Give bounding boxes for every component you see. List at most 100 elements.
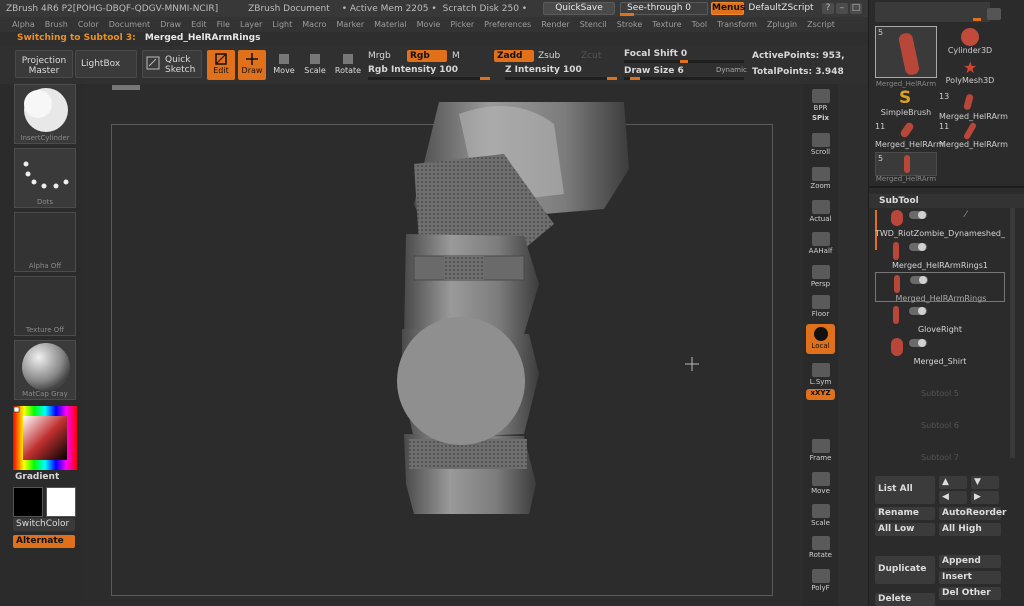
subtool-header[interactable]: SubTool	[869, 194, 1024, 208]
focal-shift-slider[interactable]: Focal Shift 0	[624, 49, 687, 59]
rename-button[interactable]: Rename	[875, 507, 935, 520]
zcut-button[interactable]: Zcut	[581, 51, 601, 61]
move-right-button[interactable]: ▶	[971, 491, 999, 504]
subtool-row-8[interactable]: Subtool 7	[875, 432, 1005, 462]
subtool-row-7[interactable]: Subtool 6	[875, 400, 1005, 430]
menu-layer[interactable]: Layer	[240, 20, 262, 29]
alpha-thumb[interactable]: Alpha Off	[14, 212, 76, 272]
menu-stencil[interactable]: Stencil	[580, 20, 607, 29]
tool-tile-1[interactable]: 5 Merged_HelRArm	[875, 26, 937, 88]
help-icon[interactable]: ?	[822, 3, 834, 14]
spix-slider[interactable]: SPix	[806, 114, 835, 126]
menu-zplugin[interactable]: Zplugin	[767, 20, 797, 29]
menu-color[interactable]: Color	[78, 20, 99, 29]
menu-marker[interactable]: Marker	[336, 20, 364, 29]
tool-tile-7[interactable]: 11 Merged_HelRArm	[939, 121, 1008, 149]
viewport-canvas[interactable]	[84, 84, 803, 606]
menu-draw[interactable]: Draw	[160, 20, 181, 29]
persp-button[interactable]: Persp	[806, 262, 835, 292]
menus-button[interactable]: Menus	[711, 2, 745, 15]
menu-movie[interactable]: Movie	[417, 20, 441, 29]
arm-model[interactable]	[84, 84, 803, 606]
all-high-button[interactable]: All High	[939, 523, 1001, 536]
duplicate-button[interactable]: Duplicate	[875, 556, 935, 584]
menu-zscript[interactable]: Zscript	[807, 20, 835, 29]
menu-brush[interactable]: Brush	[45, 20, 68, 29]
subtool-row-6[interactable]: Subtool 5	[875, 368, 1005, 398]
rotate-tool-button[interactable]: Rotate	[334, 50, 362, 80]
tool-tile-2[interactable]: Cylinder3D	[939, 26, 1001, 55]
mrgb-button[interactable]: Mrgb	[368, 51, 391, 61]
move-down-button[interactable]: ▼	[971, 476, 999, 489]
menu-macro[interactable]: Macro	[302, 20, 326, 29]
menu-render[interactable]: Render	[541, 20, 569, 29]
bpr-button[interactable]: BPR	[806, 86, 835, 116]
menu-edit[interactable]: Edit	[191, 20, 207, 29]
subtool-1-brush-icon[interactable]: ⁄	[965, 210, 967, 220]
subtool-4-visibility-toggle[interactable]	[909, 307, 927, 315]
menu-tool[interactable]: Tool	[692, 20, 708, 29]
insert-button[interactable]: Insert	[939, 571, 1001, 584]
menu-texture[interactable]: Texture	[652, 20, 681, 29]
zsub-button[interactable]: Zsub	[538, 51, 560, 61]
subtool-1-visibility-toggle[interactable]	[909, 211, 927, 219]
lsym-button[interactable]: L.Sym	[806, 360, 835, 390]
polyf-button[interactable]: PolyF	[806, 566, 835, 596]
secondary-color-swatch[interactable]	[46, 487, 76, 517]
color-picker[interactable]	[13, 406, 77, 470]
rgb-intensity-slider[interactable]: Rgb Intensity 100	[368, 65, 458, 75]
menu-alpha[interactable]: Alpha	[12, 20, 35, 29]
tool-tile-5[interactable]: Merged_HelRArm	[939, 93, 1008, 121]
menu-stroke[interactable]: Stroke	[617, 20, 643, 29]
scroll-button[interactable]: Scroll	[806, 130, 835, 160]
primary-color-swatch[interactable]	[13, 487, 43, 517]
menu-material[interactable]: Material	[374, 20, 407, 29]
zoom-button[interactable]: Zoom	[806, 164, 835, 194]
texture-thumb[interactable]: Texture Off	[14, 276, 76, 336]
list-all-button[interactable]: List All	[875, 476, 935, 504]
menu-picker[interactable]: Picker	[450, 20, 474, 29]
local-button[interactable]: Local	[806, 324, 835, 354]
actual-button[interactable]: Actual	[806, 197, 835, 227]
brush-thumb[interactable]: InsertCylinder	[14, 84, 76, 144]
maximize-icon[interactable]: □	[850, 3, 862, 14]
gradient-label[interactable]: Gradient	[15, 472, 59, 482]
move-up-button[interactable]: ▲	[939, 476, 967, 489]
tool-tile-8[interactable]: 5 Merged_HelRArm	[875, 152, 937, 183]
subtool-5-visibility-toggle[interactable]	[909, 339, 927, 347]
tool-top-slider[interactable]	[973, 18, 981, 21]
stroke-thumb[interactable]: Dots	[14, 148, 76, 208]
menu-file[interactable]: File	[217, 20, 230, 29]
rgb-button[interactable]: Rgb	[407, 50, 447, 62]
menu-document[interactable]: Document	[109, 20, 150, 29]
subtool-row-2[interactable]: Merged_HelRArmRings1	[875, 240, 1005, 270]
minimize-icon[interactable]: –	[836, 3, 848, 14]
alternate-button[interactable]: Alternate	[13, 535, 75, 548]
move-view-button[interactable]: Move	[806, 469, 835, 499]
floor-button[interactable]: Floor	[806, 292, 835, 322]
z-intensity-slider[interactable]: Z Intensity 100	[505, 65, 582, 75]
m-button[interactable]: M	[452, 51, 460, 61]
dynamic-toggle[interactable]: Dynamic	[716, 66, 747, 74]
tool-tile-3[interactable]: ★ PolyMesh3D	[939, 58, 1001, 85]
rotate-view-button[interactable]: Rotate	[806, 533, 835, 563]
subtool-row-1[interactable]: ⁄ TWD_RiotZombie_Dynameshed_	[875, 208, 1005, 238]
subtool-row-3[interactable]: Merged_HelRArmRings	[875, 272, 1005, 303]
subtool-2-visibility-toggle[interactable]	[909, 243, 927, 251]
quicksave-button[interactable]: QuickSave	[543, 2, 615, 15]
zadd-button[interactable]: Zadd	[494, 50, 534, 62]
move-left-button[interactable]: ◀	[939, 491, 967, 504]
lightbox-button[interactable]: LightBox	[75, 50, 137, 78]
scale-tool-button[interactable]: Scale	[301, 50, 329, 80]
tool-panel-button[interactable]	[987, 8, 1001, 20]
frame-button[interactable]: Frame	[806, 436, 835, 466]
move-tool-button[interactable]: Move	[270, 50, 298, 80]
default-zscript-button[interactable]: DefaultZScript	[746, 2, 816, 15]
draw-size-slider[interactable]: Draw Size 6	[624, 66, 684, 76]
aahalf-button[interactable]: AAHalf	[806, 229, 835, 259]
edit-tool-button[interactable]: Edit	[207, 50, 235, 80]
tool-tile-4[interactable]: S SimpleBrush	[875, 88, 937, 117]
tool-tile-6[interactable]: 11 Merged_HelRArm	[875, 121, 944, 149]
subtool-row-4[interactable]: GloveRight	[875, 304, 1005, 334]
append-button[interactable]: Append	[939, 555, 1001, 568]
